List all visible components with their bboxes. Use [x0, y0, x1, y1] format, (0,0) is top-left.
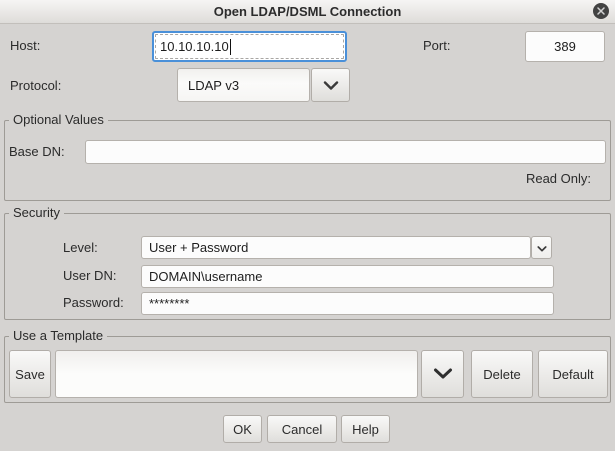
- password-value: ********: [149, 296, 189, 311]
- read-only-label: Read Only:: [526, 171, 591, 187]
- optional-values-legend: Optional Values: [9, 112, 108, 128]
- user-dn-input[interactable]: DOMAIN\username: [141, 265, 554, 288]
- security-group: Security Level: User + Password User DN:…: [4, 213, 611, 320]
- host-input[interactable]: 10.10.10.10: [152, 31, 347, 62]
- close-button[interactable]: [593, 3, 609, 19]
- level-value: User + Password: [149, 240, 248, 255]
- optional-values-group: Optional Values Base DN: Read Only:: [4, 120, 611, 201]
- save-button-label: Save: [15, 367, 45, 382]
- dialog-title: Open LDAP/DSML Connection: [214, 4, 402, 19]
- ok-button-label: OK: [233, 422, 252, 437]
- base-dn-label: Base DN:: [9, 144, 65, 160]
- default-button[interactable]: Default: [538, 350, 608, 398]
- text-cursor: [230, 39, 231, 55]
- protocol-label: Protocol:: [10, 78, 61, 94]
- user-dn-value: DOMAIN\username: [149, 269, 262, 284]
- ok-button[interactable]: OK: [223, 415, 262, 443]
- level-dropdown-button[interactable]: [531, 236, 552, 259]
- host-label: Host:: [10, 38, 40, 54]
- password-input[interactable]: ********: [141, 292, 554, 315]
- chevron-down-icon: [433, 367, 453, 382]
- template-dropdown-button[interactable]: [421, 350, 464, 398]
- template-legend: Use a Template: [9, 328, 107, 344]
- port-value: 389: [554, 39, 576, 54]
- level-label: Level:: [63, 240, 98, 256]
- base-dn-input[interactable]: [85, 140, 606, 164]
- host-value: 10.10.10.10: [160, 39, 229, 54]
- level-combobox[interactable]: User + Password: [141, 236, 531, 259]
- security-legend: Security: [9, 205, 64, 221]
- template-group: Use a Template Save Delete Default: [4, 336, 611, 403]
- protocol-combobox[interactable]: LDAP v3: [177, 68, 310, 102]
- password-label: Password:: [63, 295, 124, 311]
- user-dn-label: User DN:: [63, 268, 116, 284]
- template-combobox[interactable]: [55, 350, 418, 398]
- help-button[interactable]: Help: [341, 415, 390, 443]
- delete-button-label: Delete: [483, 367, 521, 382]
- chevron-down-icon: [323, 78, 339, 93]
- protocol-dropdown-button[interactable]: [311, 68, 350, 102]
- help-button-label: Help: [352, 422, 379, 437]
- default-button-label: Default: [552, 367, 593, 382]
- titlebar[interactable]: Open LDAP/DSML Connection: [0, 0, 615, 24]
- open-ldap-connection-dialog: { "window": { "title": "Open LDAP/DSML C…: [0, 0, 615, 451]
- cancel-button[interactable]: Cancel: [267, 415, 337, 443]
- protocol-value: LDAP v3: [188, 78, 239, 93]
- close-icon: [597, 7, 605, 15]
- port-input[interactable]: 389: [525, 31, 605, 62]
- port-label: Port:: [423, 38, 450, 54]
- chevron-down-icon: [537, 240, 547, 255]
- cancel-button-label: Cancel: [282, 422, 322, 437]
- delete-button[interactable]: Delete: [471, 350, 533, 398]
- save-button[interactable]: Save: [9, 350, 51, 398]
